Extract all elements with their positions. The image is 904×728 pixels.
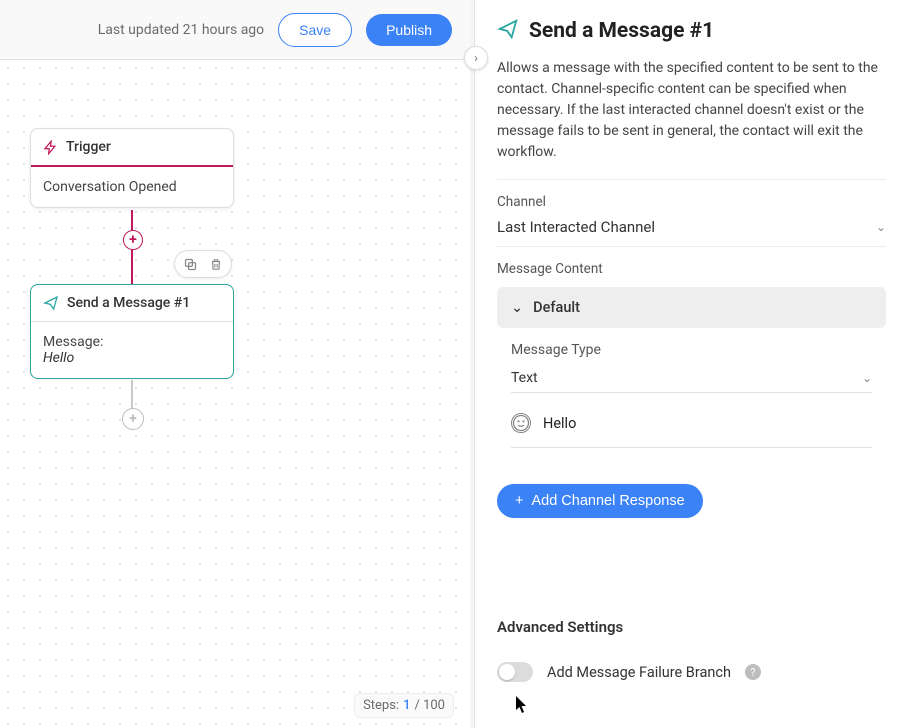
trigger-title: Trigger (66, 139, 111, 155)
trigger-node[interactable]: Trigger Conversation Opened (30, 128, 234, 208)
collapse-panel-button[interactable]: › (464, 46, 488, 70)
steps-counter: Steps: 1 / 100 (354, 693, 454, 718)
chevron-down-icon: ⌄ (511, 299, 523, 316)
message-node[interactable]: Send a Message #1 Message: Hello (30, 284, 234, 379)
side-panel: Send a Message #1 Allows a message with … (475, 0, 904, 728)
default-section-toggle[interactable]: ⌄ Default (497, 287, 886, 328)
channel-label: Channel (497, 194, 886, 210)
panel-description: Allows a message with the specified cont… (497, 58, 886, 163)
message-type-label: Message Type (511, 342, 886, 358)
lightning-icon (43, 140, 58, 155)
failure-branch-toggle[interactable] (497, 662, 533, 682)
failure-branch-label: Add Message Failure Branch (547, 664, 731, 681)
steps-max: / 100 (414, 698, 445, 713)
divider (497, 179, 886, 180)
message-content-label: Message Content (497, 261, 886, 277)
channel-value: Last Interacted Channel (497, 218, 655, 236)
add-channel-response-button[interactable]: + Add Channel Response (497, 484, 703, 518)
chevron-down-icon: ⌄ (862, 371, 872, 385)
help-icon[interactable]: ? (745, 664, 761, 680)
chevron-right-icon: › (474, 51, 478, 65)
save-button[interactable]: Save (278, 13, 352, 47)
message-node-body: Message: Hello (31, 322, 233, 378)
failure-branch-row: Add Message Failure Branch ? (497, 662, 886, 682)
panel-title: Send a Message #1 (529, 19, 714, 43)
chevron-down-icon: ⌄ (876, 220, 886, 234)
last-updated-text: Last updated 21 hours ago (98, 22, 264, 38)
workflow-canvas[interactable]: Trigger Conversation Opened + Send a Mes… (0, 60, 470, 728)
message-input-row[interactable]: Hello (511, 413, 872, 448)
section-default-label: Default (533, 299, 580, 316)
message-node-header: Send a Message #1 (31, 285, 233, 322)
delete-icon[interactable] (207, 255, 225, 273)
send-icon (497, 18, 519, 44)
message-text[interactable]: Hello (543, 415, 576, 432)
trigger-body: Conversation Opened (31, 167, 233, 207)
add-step-button[interactable]: + (123, 230, 143, 250)
top-header: Last updated 21 hours ago Save Publish (0, 0, 470, 60)
emoji-icon[interactable] (511, 413, 531, 433)
message-type-value: Text (511, 370, 538, 386)
add-step-end-button[interactable]: + (122, 408, 144, 430)
send-icon (43, 295, 59, 311)
message-type-select[interactable]: Text ⌄ (511, 364, 872, 393)
message-node-title: Send a Message #1 (67, 295, 190, 311)
divider (497, 246, 886, 247)
message-body-value: Hello (43, 350, 74, 366)
message-body-label: Message: (43, 334, 221, 350)
plus-icon: + (515, 493, 523, 509)
trigger-node-header: Trigger (31, 129, 233, 167)
connector-line-bottom (131, 380, 133, 410)
advanced-settings-title: Advanced Settings (497, 618, 886, 636)
channel-select[interactable]: Last Interacted Channel ⌄ (497, 214, 886, 240)
add-response-label: Add Channel Response (531, 493, 684, 509)
node-actions (174, 250, 232, 278)
duplicate-icon[interactable] (181, 255, 199, 273)
panel-header: Send a Message #1 (497, 18, 886, 44)
steps-label: Steps: (363, 698, 399, 713)
publish-button[interactable]: Publish (366, 14, 452, 46)
steps-current: 1 (403, 698, 410, 713)
